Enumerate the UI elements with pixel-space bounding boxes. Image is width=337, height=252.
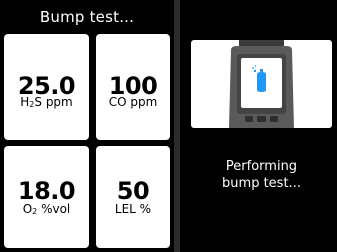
status-panel: Performing bump test... [180,0,337,252]
sensor-tile-co[interactable]: 100 CO ppm [96,34,170,140]
status-line-2: bump test... [222,176,301,191]
sensor-unit-label: H2S ppm [20,95,73,109]
sensor-tile-o2[interactable]: 18.0 O2 %vol [4,146,89,248]
status-message: Performing bump test... [191,158,332,192]
sensor-readings-panel: Bump test... 25.0 H2S ppm 100 CO ppm 18.… [0,0,174,252]
sensor-value: 18.0 [17,177,76,205]
bump-test-screen: Bump test... 25.0 H2S ppm 100 CO ppm 18.… [0,0,337,252]
device-illustration [191,40,332,128]
sensor-tile-lel[interactable]: 50 LEL % [96,146,170,248]
gas-detector-icon [229,40,294,128]
sensor-unit-label: CO ppm [108,95,158,109]
sensor-tile-h2s[interactable]: 25.0 H2S ppm [4,34,89,140]
sensor-unit-label: O2 %vol [22,202,71,216]
sensor-value: 50 [116,177,150,205]
page-title: Bump test... [39,8,135,26]
status-line-1: Performing [225,159,298,174]
sensor-unit-label: LEL % [114,202,152,216]
